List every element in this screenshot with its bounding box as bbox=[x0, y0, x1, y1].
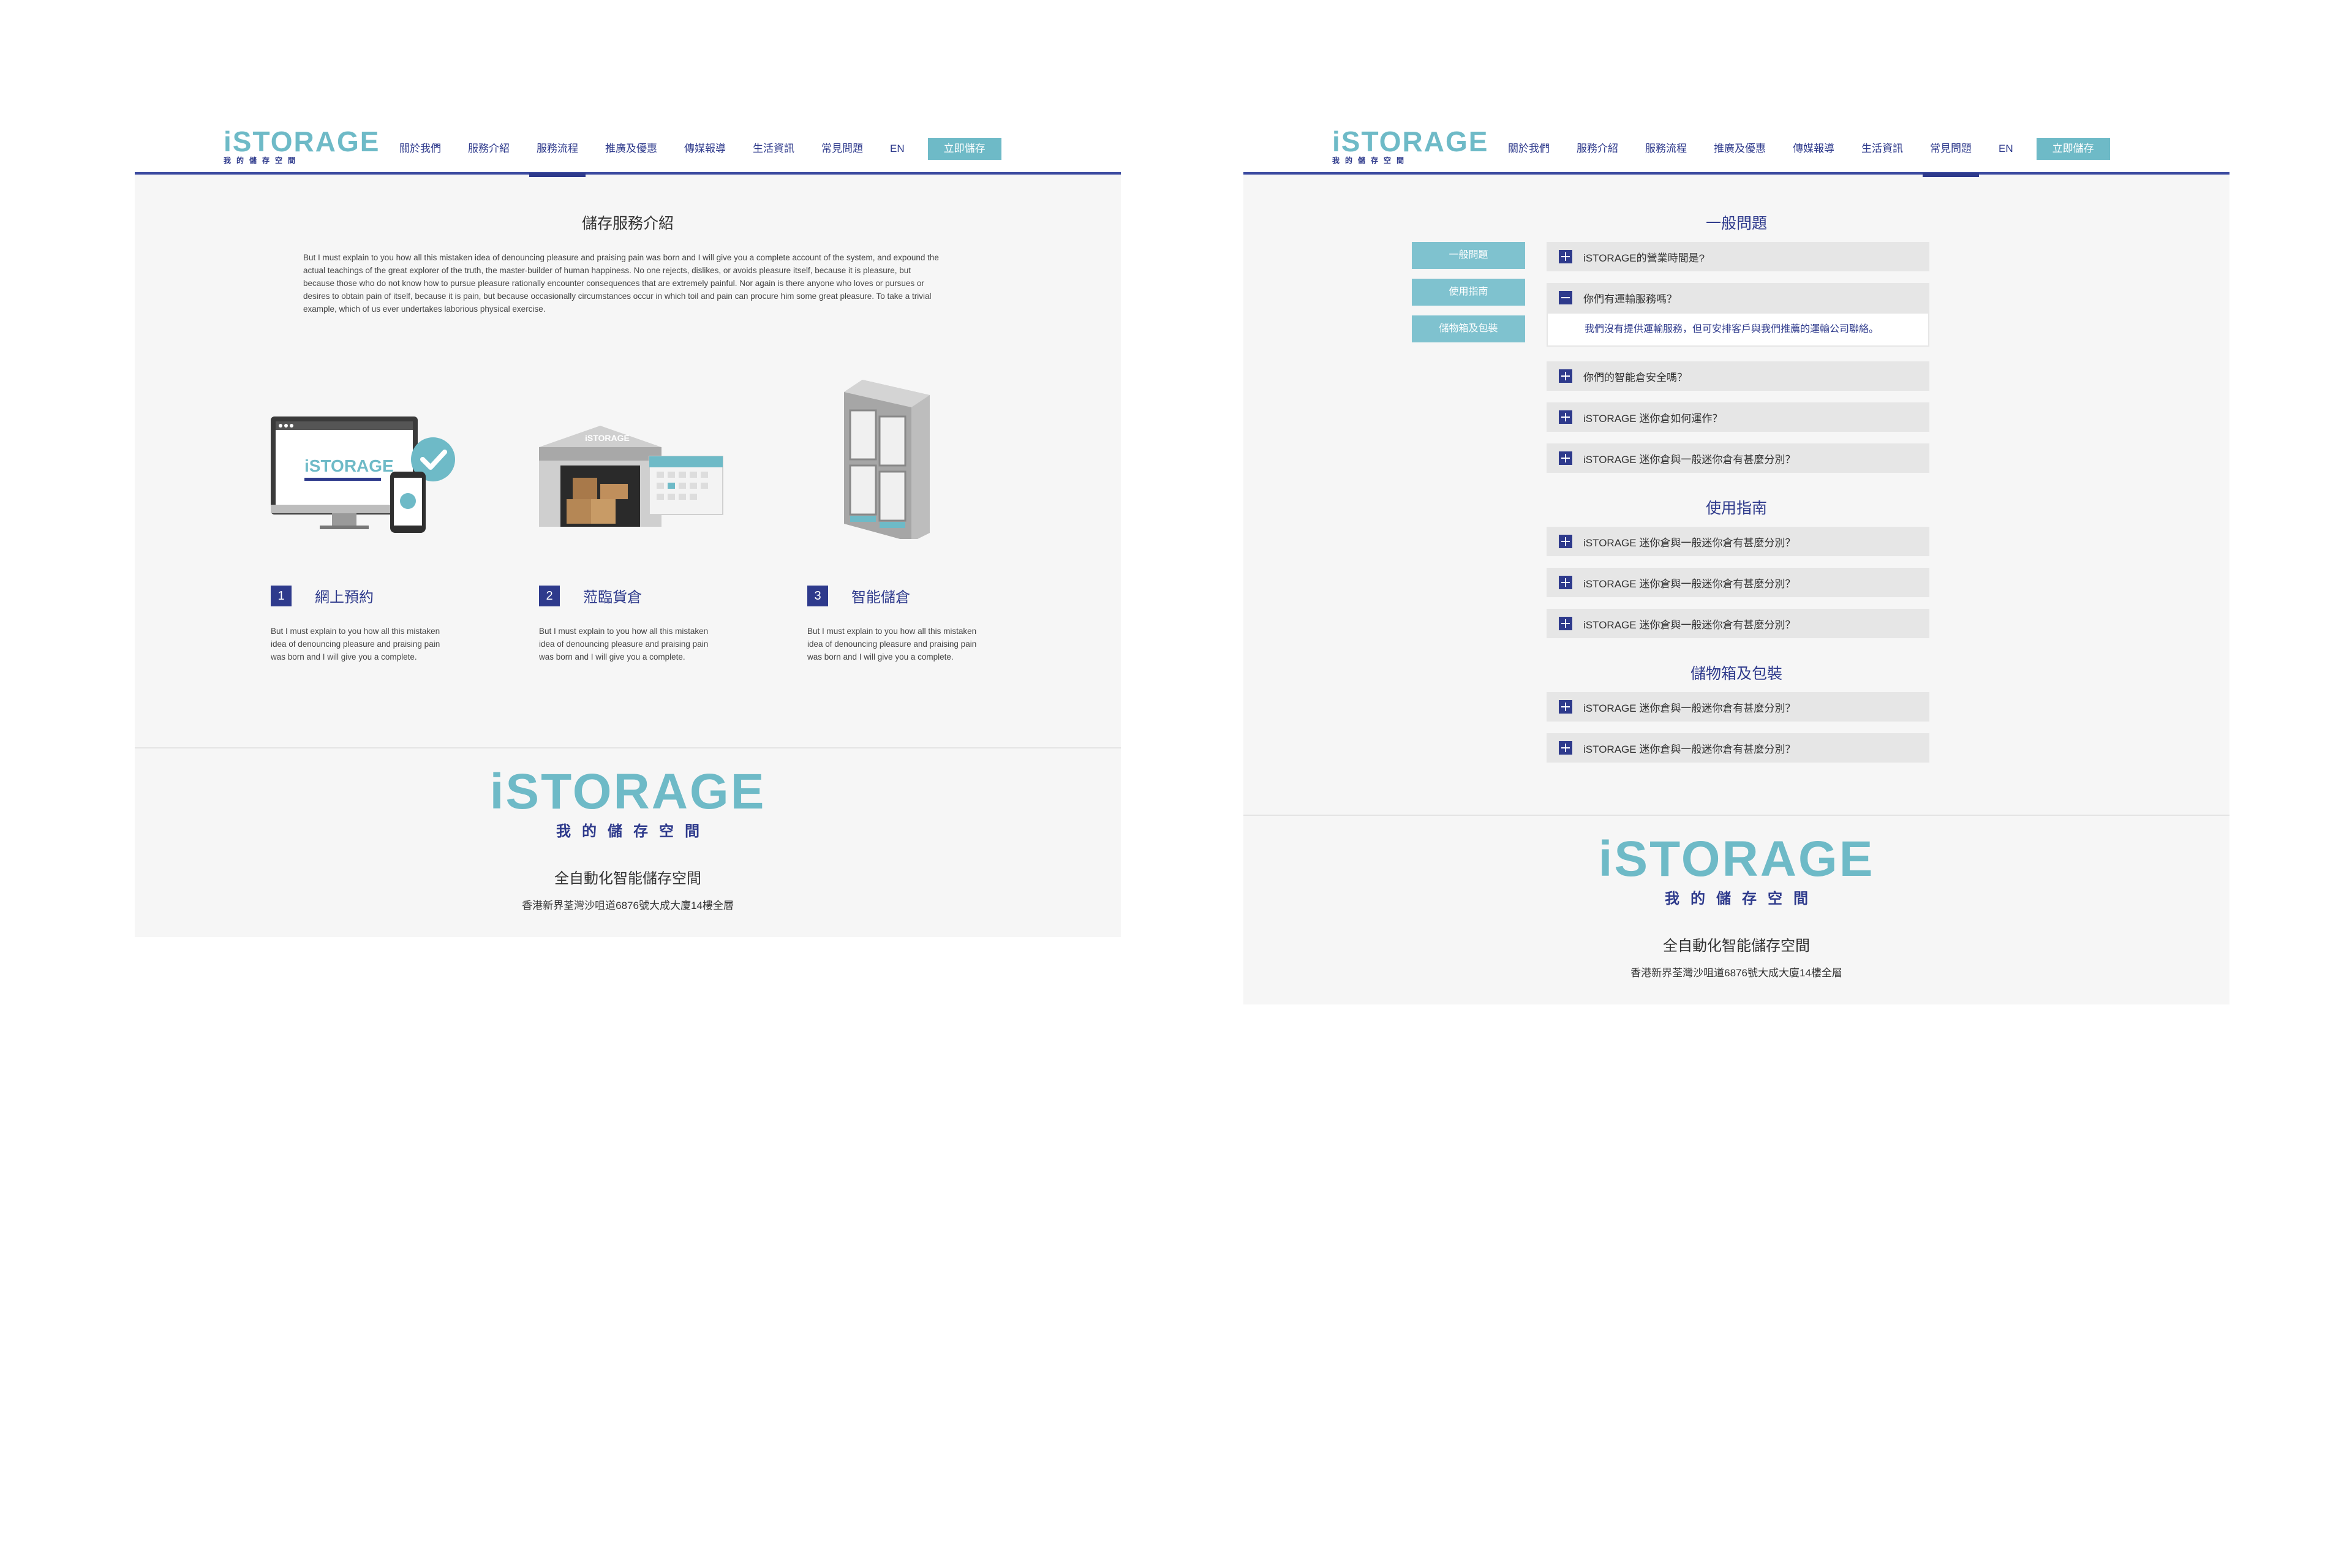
footer-slogan: 全自動化智能儲存空間 bbox=[554, 870, 701, 887]
faq-category-title: 使用指南 bbox=[1705, 500, 1767, 517]
expand-icon[interactable] bbox=[1559, 410, 1572, 424]
faq-item[interactable]: iSTORAGE 迷你倉與一般迷你倉有甚麼分別？ bbox=[1547, 692, 1929, 722]
faq-question: 你們的智能倉安全嗎？ bbox=[1583, 371, 1687, 383]
step-title: 網上預約 bbox=[315, 589, 374, 606]
language-switch[interactable]: EN bbox=[1985, 123, 2027, 175]
top-nav: iSTORAGE 我的儲存空間 關於我們 服務介紹 服務流程 推廣及優惠 傳媒報… bbox=[135, 123, 1121, 177]
faq-item[interactable]: iSTORAGE 迷你倉與一般迷你倉有甚麼分別？ bbox=[1547, 568, 1929, 597]
footer-slogan: 全自動化智能儲存空間 bbox=[1663, 938, 1810, 954]
store-now-button[interactable]: 立即儲存 bbox=[927, 137, 1001, 160]
logo-word: iSTORAGE bbox=[1332, 126, 1489, 157]
step-description: But I must explain to you how all this m… bbox=[539, 627, 709, 662]
footer: iSTORAGE 我的儲存空間 全自動化智能儲存空間 香港新界荃灣沙咀道6876… bbox=[135, 747, 1121, 937]
nav-item-lifestyle[interactable]: 生活資訊 bbox=[1848, 123, 1917, 175]
expand-icon[interactable] bbox=[1559, 700, 1572, 714]
footer: iSTORAGE 我的儲存空間 全自動化智能儲存空間 香港新界荃灣沙咀道6876… bbox=[1243, 815, 2230, 1005]
footer-logo: iSTORAGE 我的儲存空間 bbox=[1243, 834, 2230, 911]
nav-item-about[interactable]: 關於我們 bbox=[386, 123, 454, 175]
footer-logo: iSTORAGE 我的儲存空間 bbox=[135, 767, 1121, 844]
nav-item-promotions[interactable]: 推廣及優惠 bbox=[592, 123, 671, 175]
nav-logo[interactable]: iSTORAGE 我的儲存空間 bbox=[1332, 126, 1489, 170]
step-number: 3 bbox=[807, 585, 828, 606]
step-description: But I must explain to you how all this m… bbox=[271, 627, 440, 662]
top-nav: iSTORAGE 我的儲存空間 關於我們 服務介紹 服務流程 推廣及優惠 傳媒報… bbox=[1243, 123, 2230, 177]
nav-item-about[interactable]: 關於我們 bbox=[1494, 123, 1563, 175]
footer-address: 香港新界荃灣沙咀道6876號大成大廈14樓全層 bbox=[1630, 967, 1842, 979]
step-card: iSTORAGE 1 網上預約 But I must explain to yo… bbox=[271, 380, 491, 663]
nav-item-process[interactable]: 服務流程 bbox=[523, 123, 592, 177]
logo-word: iSTORAGE bbox=[224, 126, 380, 157]
footer-address: 香港新界荃灣沙咀道6876號大成大廈14樓全層 bbox=[522, 900, 734, 911]
step-card: iSTORAGE 2 蒞臨貨倉 But I must explain to yo… bbox=[539, 380, 760, 663]
faq-item[interactable]: iSTORAGE 迷你倉與一般迷你倉有甚麼分別？ bbox=[1547, 527, 1929, 556]
nav-item-faq[interactable]: 常見問題 bbox=[1917, 123, 1985, 177]
faq-page-screen: iSTORAGE 我的儲存空間 關於我們 服務介紹 服務流程 推廣及優惠 傳媒報… bbox=[1243, 123, 2230, 1005]
side-tab-general[interactable]: 一般問題 bbox=[1412, 242, 1525, 269]
expand-icon[interactable] bbox=[1559, 451, 1572, 465]
expand-icon[interactable] bbox=[1559, 741, 1572, 755]
step-number: 2 bbox=[539, 585, 560, 606]
expand-icon[interactable] bbox=[1559, 576, 1572, 589]
nav-item-lifestyle[interactable]: 生活資訊 bbox=[739, 123, 808, 175]
nav-item-media[interactable]: 傳媒報導 bbox=[671, 123, 739, 175]
faq-item[interactable]: iSTORAGE 迷你倉與一般迷你倉有甚麼分別？ bbox=[1547, 609, 1929, 638]
faq-question: iSTORAGE 迷你倉與一般迷你倉有甚麼分別？ bbox=[1583, 453, 1796, 466]
side-tab-boxes[interactable]: 儲物箱及包裝 bbox=[1412, 315, 1525, 342]
expand-icon[interactable] bbox=[1559, 369, 1572, 383]
warehouse-illustration: iSTORAGE bbox=[539, 380, 741, 539]
expand-icon[interactable] bbox=[1559, 535, 1572, 548]
smart-locker-illustration bbox=[807, 380, 1009, 542]
footer-logo-sub: 我的儲存空間 bbox=[556, 823, 710, 840]
faq-item[interactable]: 你們的智能倉安全嗎？ bbox=[1547, 361, 1929, 391]
warehouse-sign-text: iSTORAGE bbox=[585, 433, 630, 443]
online-booking-illustration: iSTORAGE bbox=[271, 380, 473, 539]
faq-item[interactable]: iSTORAGE 迷你倉如何運作？ bbox=[1547, 402, 1929, 432]
faq-question: iSTORAGE 迷你倉與一般迷你倉有甚麼分別？ bbox=[1583, 537, 1796, 549]
expand-icon[interactable] bbox=[1559, 617, 1572, 630]
footer-logo-word: iSTORAGE bbox=[489, 764, 766, 820]
faq-item[interactable]: iSTORAGE 迷你倉與一般迷你倉有甚麼分別？ bbox=[1547, 443, 1929, 473]
nav-logo[interactable]: iSTORAGE 我的儲存空間 bbox=[224, 126, 380, 170]
faq-question: iSTORAGE 迷你倉與一般迷你倉有甚麼分別？ bbox=[1583, 619, 1796, 631]
nav-item-promotions[interactable]: 推廣及優惠 bbox=[1700, 123, 1779, 175]
faq-question: 你們有運輸服務嗎？ bbox=[1583, 293, 1677, 305]
collapse-icon[interactable] bbox=[1559, 291, 1572, 304]
nav-item-process[interactable]: 服務流程 bbox=[1632, 123, 1700, 175]
step-number: 1 bbox=[271, 585, 292, 606]
step-title: 蒞臨貨倉 bbox=[583, 589, 642, 606]
nav-item-services[interactable]: 服務介紹 bbox=[1563, 123, 1632, 175]
faq-item[interactable]: iSTORAGE的營業時間是? bbox=[1547, 242, 1929, 271]
screen-logo-text: iSTORAGE bbox=[304, 456, 394, 475]
nav-item-faq[interactable]: 常見問題 bbox=[808, 123, 876, 175]
faq-item[interactable]: iSTORAGE 迷你倉與一般迷你倉有甚麼分別？ bbox=[1547, 733, 1929, 763]
step-title: 智能儲倉 bbox=[851, 589, 910, 606]
intro-paragraph: But I must explain to you how all this m… bbox=[303, 253, 939, 314]
faq-question: iSTORAGE 迷你倉與一般迷你倉有甚麼分別？ bbox=[1583, 702, 1796, 714]
nav-item-services[interactable]: 服務介紹 bbox=[454, 123, 523, 175]
footer-logo-word: iSTORAGE bbox=[1598, 831, 1875, 887]
store-now-button[interactable]: 立即儲存 bbox=[2036, 137, 2110, 160]
side-tab-guide[interactable]: 使用指南 bbox=[1412, 279, 1525, 306]
faq-question: iSTORAGE 迷你倉與一般迷你倉有甚麼分別？ bbox=[1583, 743, 1796, 755]
expand-icon[interactable] bbox=[1559, 250, 1572, 263]
faq-answer: 我們沒有提供運輸服務，但可安排客戶與我們推薦的運輸公司聯絡。 bbox=[1547, 312, 1929, 347]
nav-item-media[interactable]: 傳媒報導 bbox=[1779, 123, 1848, 175]
step-description: But I must explain to you how all this m… bbox=[807, 627, 977, 662]
faq-item[interactable]: 你們有運輸服務嗎？ bbox=[1547, 283, 1929, 312]
page-title: 儲存服務介紹 bbox=[581, 215, 674, 232]
step-card: 3 智能儲倉 But I must explain to you how all… bbox=[807, 380, 1028, 663]
faq-category-title: 儲物箱及包裝 bbox=[1690, 665, 1782, 682]
faq-question: iSTORAGE 迷你倉與一般迷你倉有甚麼分別？ bbox=[1583, 578, 1796, 590]
faq-category-title: 一般問題 bbox=[1705, 215, 1767, 232]
service-page-screen: iSTORAGE 我的儲存空間 關於我們 服務介紹 服務流程 推廣及優惠 傳媒報… bbox=[135, 123, 1121, 937]
faq-question: iSTORAGE 迷你倉如何運作？ bbox=[1583, 412, 1723, 424]
footer-logo-sub: 我的儲存空間 bbox=[1665, 891, 1819, 907]
faq-question: iSTORAGE的營業時間是? bbox=[1583, 252, 1705, 264]
language-switch[interactable]: EN bbox=[876, 123, 918, 175]
